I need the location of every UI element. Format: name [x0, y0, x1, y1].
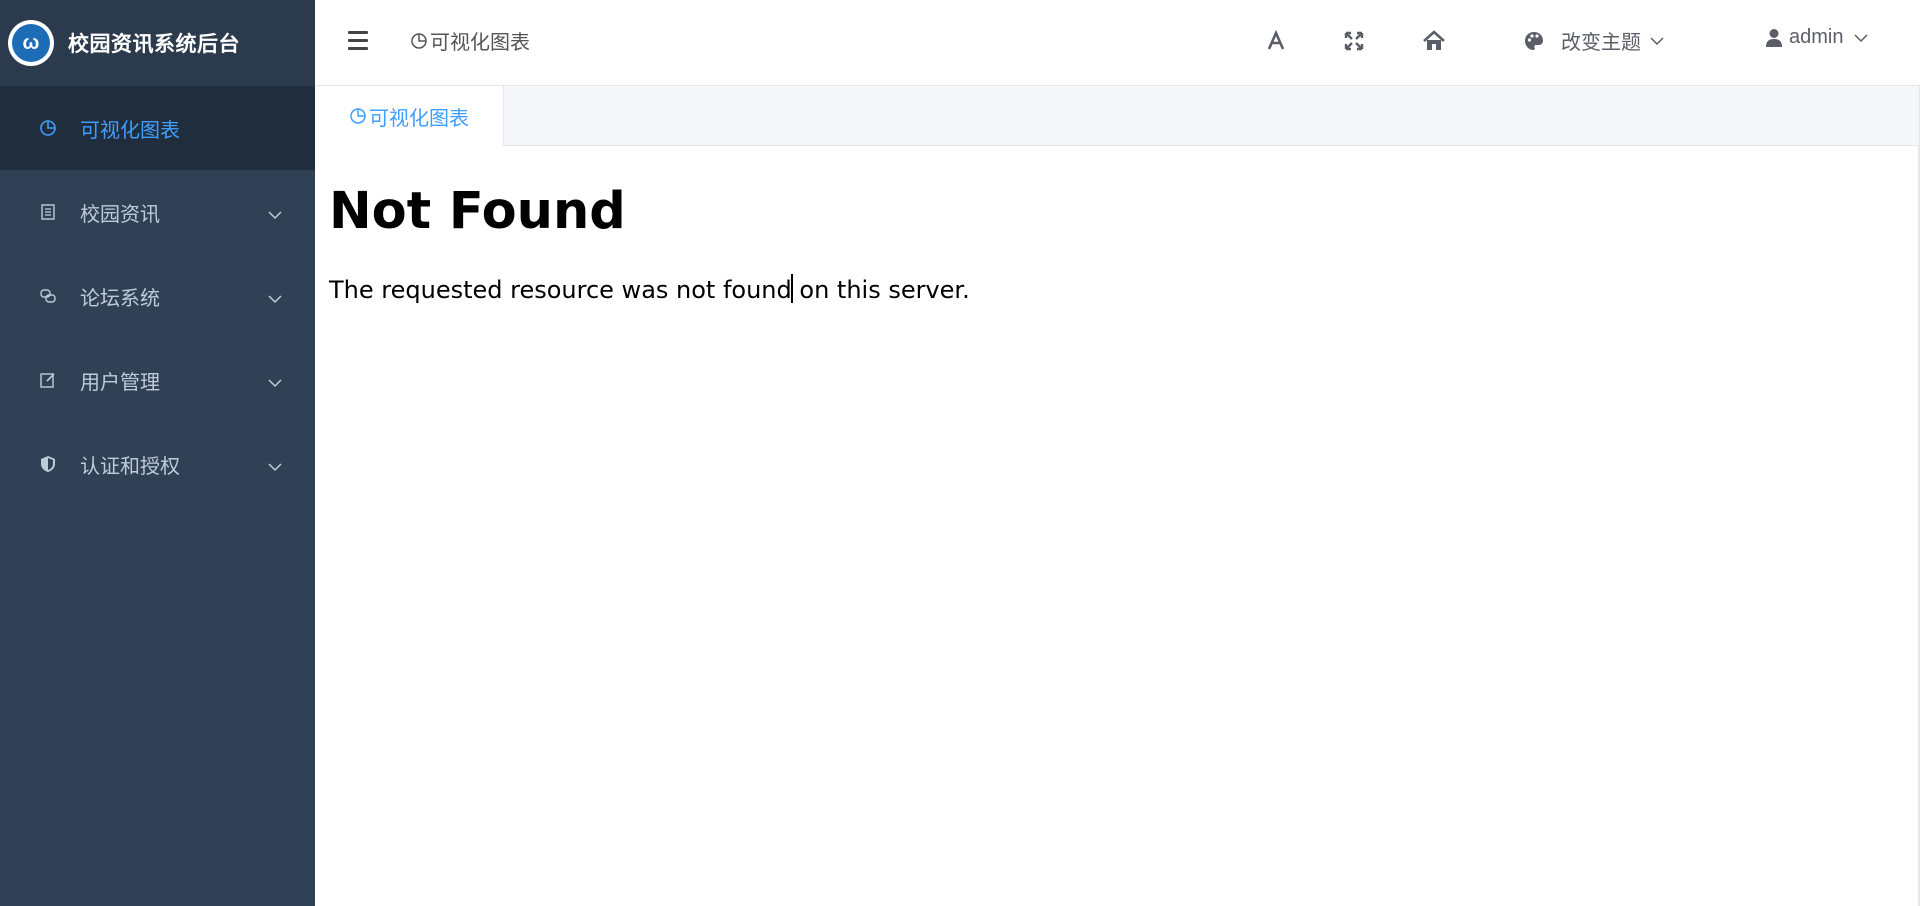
forum-icon [38, 286, 58, 306]
tags-view: 可视化图表 [315, 86, 1920, 146]
sidebar-item-label: 认证和授权 [80, 453, 180, 478]
chevron-down-icon [267, 456, 283, 480]
sidebar-item-label: 校园资讯 [80, 201, 160, 226]
pie-chart-icon [349, 107, 367, 125]
breadcrumb[interactable]: 可视化图表 [410, 26, 530, 55]
news-icon [38, 202, 58, 222]
tab-label: 可视化图表 [369, 105, 469, 130]
pie-chart-icon [38, 118, 58, 138]
chevron-down-icon [267, 372, 283, 396]
chevron-down-icon [1853, 30, 1869, 46]
fullscreen-icon[interactable] [1339, 26, 1369, 56]
theme-switcher[interactable]: 改变主题 [1523, 26, 1665, 55]
sidebar-item-label: 论坛系统 [80, 285, 160, 310]
username: admin [1789, 26, 1844, 48]
app-title: 校园资讯系统后台 [68, 32, 240, 56]
logo: ω [8, 20, 54, 66]
sidebar-item-campus-news[interactable]: 校园资讯 [0, 170, 315, 254]
page-title: Not Found [329, 182, 626, 241]
home-icon[interactable] [1419, 26, 1449, 56]
sidebar-item-user-management[interactable]: 用户管理 [0, 338, 315, 422]
sidebar-menu: 可视化图表 校园资讯 论坛系统 用户管理 认证和授权 [0, 86, 315, 506]
sidebar-item-label: 可视化图表 [80, 117, 180, 142]
sidebar-item-auth[interactable]: 认证和授权 [0, 422, 315, 506]
palette-icon [1523, 30, 1545, 52]
user-icon [1765, 28, 1783, 48]
error-message: The requested resource was not found on … [329, 276, 970, 304]
sidebar: ω 校园资讯系统后台 可视化图表 校园资讯 论坛系统 用户管理 认证和授权 [0, 0, 315, 906]
hamburger-icon[interactable] [348, 31, 368, 51]
main-content: Not Found The requested resource was not… [315, 146, 1920, 906]
text-cursor [791, 274, 793, 303]
logo-mark: ω [12, 24, 50, 62]
chevron-down-icon [267, 288, 283, 312]
user-menu[interactable]: admin [1765, 26, 1869, 49]
sidebar-item-charts[interactable]: 可视化图表 [0, 86, 315, 170]
brand[interactable]: ω 校园资讯系统后台 [0, 0, 315, 86]
top-navbar: 可视化图表 改变主题 admin [315, 0, 1920, 86]
font-size-icon[interactable] [1261, 26, 1291, 56]
sidebar-item-label: 用户管理 [80, 369, 160, 394]
edit-icon [38, 370, 58, 390]
breadcrumb-label: 可视化图表 [430, 30, 530, 54]
tab-charts[interactable]: 可视化图表 [315, 86, 504, 146]
chevron-down-icon [1649, 33, 1665, 49]
shield-icon [38, 454, 58, 474]
pie-chart-icon [410, 32, 428, 50]
chevron-down-icon [267, 204, 283, 228]
sidebar-item-forum[interactable]: 论坛系统 [0, 254, 315, 338]
theme-label: 改变主题 [1561, 30, 1641, 54]
